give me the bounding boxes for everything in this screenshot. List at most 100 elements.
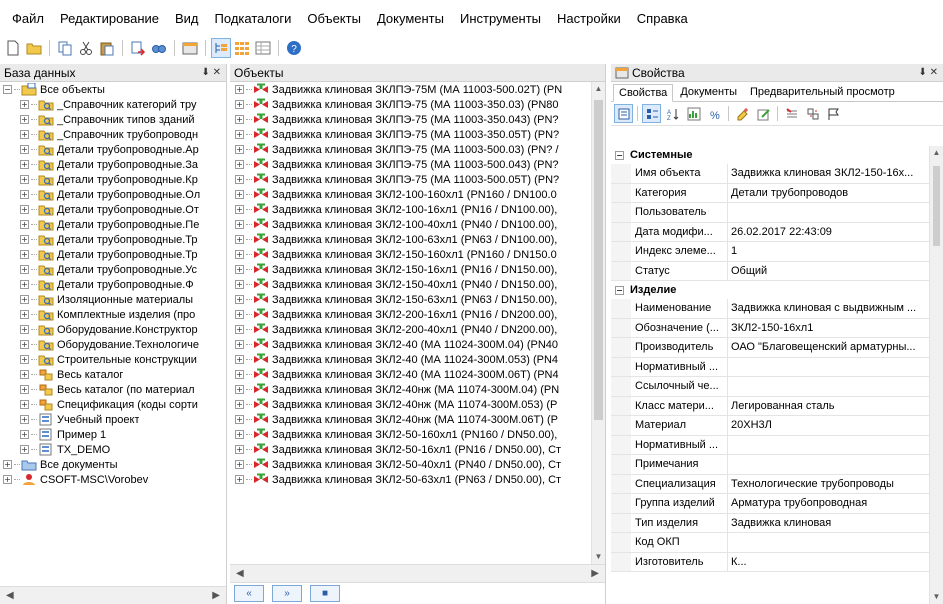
expander-icon[interactable]: −	[3, 85, 12, 94]
object-list-item[interactable]: + Задвижка клиновая ЗКЛ2-40нж (МА 11074-3…	[230, 382, 591, 397]
scroll-down-icon[interactable]: ▼	[592, 550, 605, 564]
expander-icon[interactable]: +	[20, 355, 29, 364]
object-list-item[interactable]: + Задвижка клиновая ЗКЛПЭ-75М (МА 11003-5…	[230, 82, 591, 97]
object-list-item[interactable]: + Задвижка клиновая ЗКЛПЭ-75 (МА 11003-50…	[230, 142, 591, 157]
expander-icon[interactable]: +	[20, 220, 29, 229]
expander-icon[interactable]: +	[20, 445, 29, 454]
scroll-down-icon[interactable]: ▼	[930, 590, 943, 604]
categorized-icon[interactable]	[614, 104, 633, 123]
tree-item[interactable]: + Детали трубопроводные.Тр	[0, 247, 226, 262]
property-value[interactable]	[728, 377, 929, 396]
expander-icon[interactable]: +	[20, 325, 29, 334]
grid-view-icon[interactable]	[233, 39, 251, 57]
property-row[interactable]: Ссылочный че...	[611, 377, 929, 397]
property-value[interactable]	[728, 436, 929, 455]
property-row[interactable]: Тип изделия Задвижка клиновая	[611, 513, 929, 533]
expander-icon[interactable]: +	[235, 445, 244, 454]
expander-icon[interactable]: +	[20, 370, 29, 379]
tree-item[interactable]: + Детали трубопроводные.Ар	[0, 142, 226, 157]
copy-icon[interactable]	[56, 39, 74, 57]
expander-icon[interactable]: +	[20, 100, 29, 109]
property-row[interactable]: Имя объекта Задвижка клиновая ЗКЛ2-150-16…	[611, 164, 929, 184]
object-list-item[interactable]: + Задвижка клиновая ЗКЛПЭ-75 (МА 11003-35…	[230, 112, 591, 127]
property-value[interactable]: К...	[728, 553, 929, 572]
tree-item[interactable]: + _Справочник типов зданий	[0, 112, 226, 127]
expander-icon[interactable]: +	[3, 460, 12, 469]
scroll-left-icon[interactable]: ◀	[236, 568, 244, 579]
object-list-item[interactable]: + Задвижка клиновая ЗКЛ2-100-40хл1 (PN40 …	[230, 217, 591, 232]
tree-item[interactable]: + _Справочник трубопроводн	[0, 127, 226, 142]
property-value[interactable]: 20ХН3Л	[728, 416, 929, 435]
help-icon[interactable]: ?	[285, 39, 303, 57]
expander-icon[interactable]: +	[20, 145, 29, 154]
property-row[interactable]: Специализация Технологические трубопровод…	[611, 474, 929, 494]
expander-icon[interactable]: +	[20, 250, 29, 259]
object-list-item[interactable]: + Задвижка клиновая ЗКЛ2-40 (МА 11024-300…	[230, 352, 591, 367]
cut-icon[interactable]	[77, 39, 95, 57]
expander-icon[interactable]: +	[235, 220, 244, 229]
tree-item[interactable]: + Детали трубопроводные.Ол	[0, 187, 226, 202]
tab-documents[interactable]: Документы	[674, 83, 743, 101]
open-icon[interactable]	[25, 39, 43, 57]
tree-item[interactable]: + _Справочник категорий тру	[0, 97, 226, 112]
tree-item[interactable]: + Детали трубопроводные.За	[0, 157, 226, 172]
menu-item[interactable]: Объекты	[307, 11, 361, 26]
property-category[interactable]: − Системные	[611, 146, 929, 164]
tree-item[interactable]: + Спецификация (коды сорти	[0, 397, 226, 412]
property-row[interactable]: Нормативный ...	[611, 435, 929, 455]
object-list-item[interactable]: + Задвижка клиновая ЗКЛ2-50-40хл1 (PN40 /…	[230, 457, 591, 472]
object-list-item[interactable]: + Задвижка клиновая ЗКЛ2-150-63хл1 (PN63 …	[230, 292, 591, 307]
property-row[interactable]: Код ОКП	[611, 533, 929, 553]
object-list-item[interactable]: + Задвижка клиновая ЗКЛПЭ-75 (МА 11003-35…	[230, 127, 591, 142]
tree-item[interactable]: + Изоляционные материалы	[0, 292, 226, 307]
tree-item[interactable]: + Весь каталог	[0, 367, 226, 382]
property-row[interactable]: Изготовитель К...	[611, 552, 929, 572]
property-row[interactable]: Категория Детали трубопроводов	[611, 183, 929, 203]
scroll-right-icon[interactable]: ▶	[591, 568, 599, 579]
expander-icon[interactable]: +	[235, 430, 244, 439]
property-value[interactable]	[728, 203, 929, 222]
property-value[interactable]: Задвижка клиновая ЗКЛ2-150-16х...	[728, 164, 929, 183]
link-property-icon[interactable]	[804, 105, 821, 122]
expander-icon[interactable]: +	[20, 310, 29, 319]
tree-item[interactable]: + Детали трубопроводные.Кр	[0, 172, 226, 187]
object-list-item[interactable]: + Задвижка клиновая ЗКЛ2-150-160хл1 (PN16…	[230, 247, 591, 262]
expander-icon[interactable]: +	[235, 175, 244, 184]
expander-icon[interactable]: +	[235, 475, 244, 484]
expander-icon[interactable]: +	[235, 415, 244, 424]
expander-icon[interactable]: +	[235, 340, 244, 349]
tree-item[interactable]: + Оборудование.Технологиче	[0, 337, 226, 352]
tree-item[interactable]: + Детали трубопроводные.Тр	[0, 232, 226, 247]
tree-item[interactable]: + Пример 1	[0, 427, 226, 442]
scroll-up-icon[interactable]: ▲	[930, 146, 943, 160]
object-list-item[interactable]: + Задвижка клиновая ЗКЛ2-40нж (МА 11074-3…	[230, 412, 591, 427]
expander-icon[interactable]: +	[20, 130, 29, 139]
menu-item[interactable]: Файл	[12, 11, 44, 26]
expander-icon[interactable]: +	[20, 295, 29, 304]
objects-hscrollbar[interactable]: ◀ ▶	[230, 564, 605, 582]
expander-icon[interactable]: +	[235, 145, 244, 154]
property-value[interactable]: Арматура трубопроводная	[728, 494, 929, 513]
expander-icon[interactable]: +	[235, 385, 244, 394]
property-row[interactable]: Производитель ОАО "Благовещенский арматур…	[611, 338, 929, 358]
property-value[interactable]: Общий	[728, 262, 929, 281]
expander-icon[interactable]: +	[20, 280, 29, 289]
tree-root-all-documents[interactable]: + Все документы	[0, 457, 226, 472]
sort-az-icon[interactable]: AZ	[664, 105, 681, 122]
tree-item[interactable]: + Строительные конструкции	[0, 352, 226, 367]
expander-icon[interactable]: +	[235, 115, 244, 124]
edit-property-icon[interactable]	[755, 105, 772, 122]
menu-item[interactable]: Подкаталоги	[215, 11, 292, 26]
object-list-item[interactable]: + Задвижка клиновая ЗКЛ2-100-63хл1 (PN63 …	[230, 232, 591, 247]
object-list-item[interactable]: + Задвижка клиновая ЗКЛ2-40нж (МА 11074-3…	[230, 397, 591, 412]
collapse-icon[interactable]: −	[615, 150, 624, 160]
expander-icon[interactable]: +	[20, 430, 29, 439]
menu-item[interactable]: Инструменты	[460, 11, 541, 26]
expander-icon[interactable]: +	[235, 190, 244, 199]
property-row[interactable]: Статус Общий	[611, 261, 929, 281]
expander-icon[interactable]: +	[235, 295, 244, 304]
expander-icon[interactable]: +	[235, 250, 244, 259]
property-value[interactable]: Детали трубопроводов	[728, 184, 929, 203]
tab-properties[interactable]: Свойства	[613, 84, 674, 102]
flag-icon[interactable]	[825, 105, 842, 122]
